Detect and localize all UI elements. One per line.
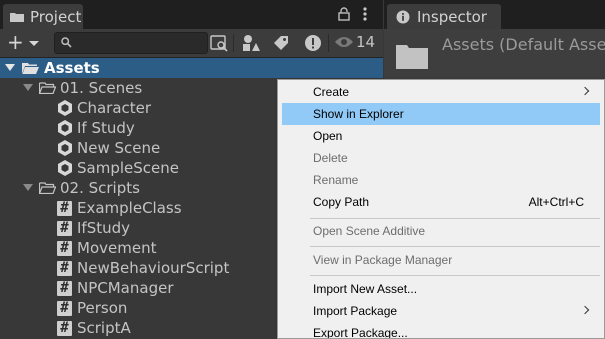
unity-scene-icon [58,160,72,176]
menu-item-create[interactable]: Create [282,81,600,103]
submenu-arrow-icon [580,305,590,315]
expand-arrow-icon[interactable] [23,84,33,91]
menu-item-delete[interactable]: Delete [282,147,600,169]
menu-item-view-in-package-manager[interactable]: View in Package Manager [282,249,600,271]
search-input[interactable] [77,34,205,52]
info-icon [396,10,410,24]
tree-label: Character [77,99,152,117]
hidden-packages-toggle[interactable]: 14 [334,32,380,54]
toolbar-divider [328,34,329,52]
plus-icon: + [7,30,24,54]
search-icon [61,37,72,48]
csharp-script-icon: # [57,201,72,216]
menu-shortcut: Alt+Ctrl+C [528,195,584,209]
folder-icon [10,13,24,22]
menu-separator [310,275,600,276]
context-menu: Create Show in Explorer Open Delete Rena… [277,79,605,339]
tree-label: Person [77,299,128,317]
menu-item-label: Create [313,85,350,99]
tree-row-assets[interactable]: Assets [0,58,383,78]
menu-item-export-package[interactable]: Export Package... [282,322,600,339]
folder-open-icon [39,82,56,94]
toolbar-divider [233,34,234,52]
scene-filter-icon[interactable] [240,32,262,54]
csharp-script-icon: # [57,281,72,296]
inspector-tab-bar: Inspector [384,0,605,29]
project-tab-bar: Project [0,0,383,29]
unity-scene-icon [58,100,72,116]
project-tab-label: Project [30,8,82,26]
csharp-script-icon: # [57,301,72,316]
tree-label: If Study [77,119,135,137]
menu-item-label: Open [313,129,343,143]
create-button[interactable]: + [4,30,40,54]
folder-open-icon [39,182,56,194]
menu-item-label: View in Package Manager [313,253,453,267]
menu-separator [310,218,600,219]
menu-item-label: Import New Asset... [313,282,418,296]
tree-label: 02. Scripts [60,179,140,197]
tree-label: ExampleClass [77,199,182,217]
submenu-arrow-icon [580,86,590,96]
folder-open-icon [22,63,39,74]
tree-label: Movement [77,239,157,257]
menu-item-label: Copy Path [313,195,370,209]
label-filter-icon[interactable] [270,32,292,54]
tree-label: Assets [44,59,100,77]
menu-item-show-in-explorer[interactable]: Show in Explorer [282,103,600,125]
hidden-packages-count: 14 [356,33,376,51]
folder-icon [396,45,428,69]
eye-icon [335,37,353,47]
menu-item-label: Rename [313,173,359,187]
expand-arrow-icon[interactable] [5,64,15,71]
expand-arrow-icon[interactable] [23,184,33,191]
menu-item-open[interactable]: Open [282,125,600,147]
project-toolbar: + 14 [0,29,383,58]
tree-label: SampleScene [77,159,179,177]
menu-item-open-scene-additive[interactable]: Open Scene Additive [282,220,600,242]
tab-project[interactable]: Project [3,4,83,29]
csharp-script-icon: # [57,321,72,336]
menu-item-import-package[interactable]: Import Package [282,300,600,322]
more-options-icon[interactable] [360,6,370,22]
inspector-header: Assets (Default Asse [384,29,605,80]
inspector-tab-label: Inspector [417,8,487,26]
menu-item-copy-path[interactable]: Copy Path Alt+Ctrl+C [282,191,600,213]
menu-item-label: Export Package... [313,326,408,339]
menu-item-import-new-asset[interactable]: Import New Asset... [282,278,600,300]
csharp-script-icon: # [57,261,72,276]
menu-separator [310,246,600,247]
csharp-script-icon: # [57,221,72,236]
tree-label: NPCManager [77,279,174,297]
tab-inspector[interactable]: Inspector [387,4,501,29]
csharp-script-icon: # [57,241,72,256]
tree-label: IfStudy [77,219,131,237]
menu-item-label: Show in Explorer [313,107,404,121]
tree-label: NewBehaviourScript [77,259,230,277]
menu-item-label: Open Scene Additive [313,224,426,238]
inspector-title: Assets (Default Asse [442,35,605,54]
menu-item-label: Import Package [313,304,398,318]
search-field[interactable] [54,32,208,54]
tree-label: 01. Scenes [60,79,143,97]
dropdown-arrow-icon [29,41,39,46]
unity-scene-icon [58,120,72,136]
menu-item-label: Delete [313,151,348,165]
search-by-type-icon[interactable] [208,32,230,54]
error-filter-icon[interactable] [302,32,324,54]
menu-item-rename[interactable]: Rename [282,169,600,191]
lock-icon[interactable] [338,7,350,21]
unity-scene-icon [58,140,72,156]
tree-label: New Scene [77,139,161,157]
tree-label: ScriptA [77,319,131,337]
